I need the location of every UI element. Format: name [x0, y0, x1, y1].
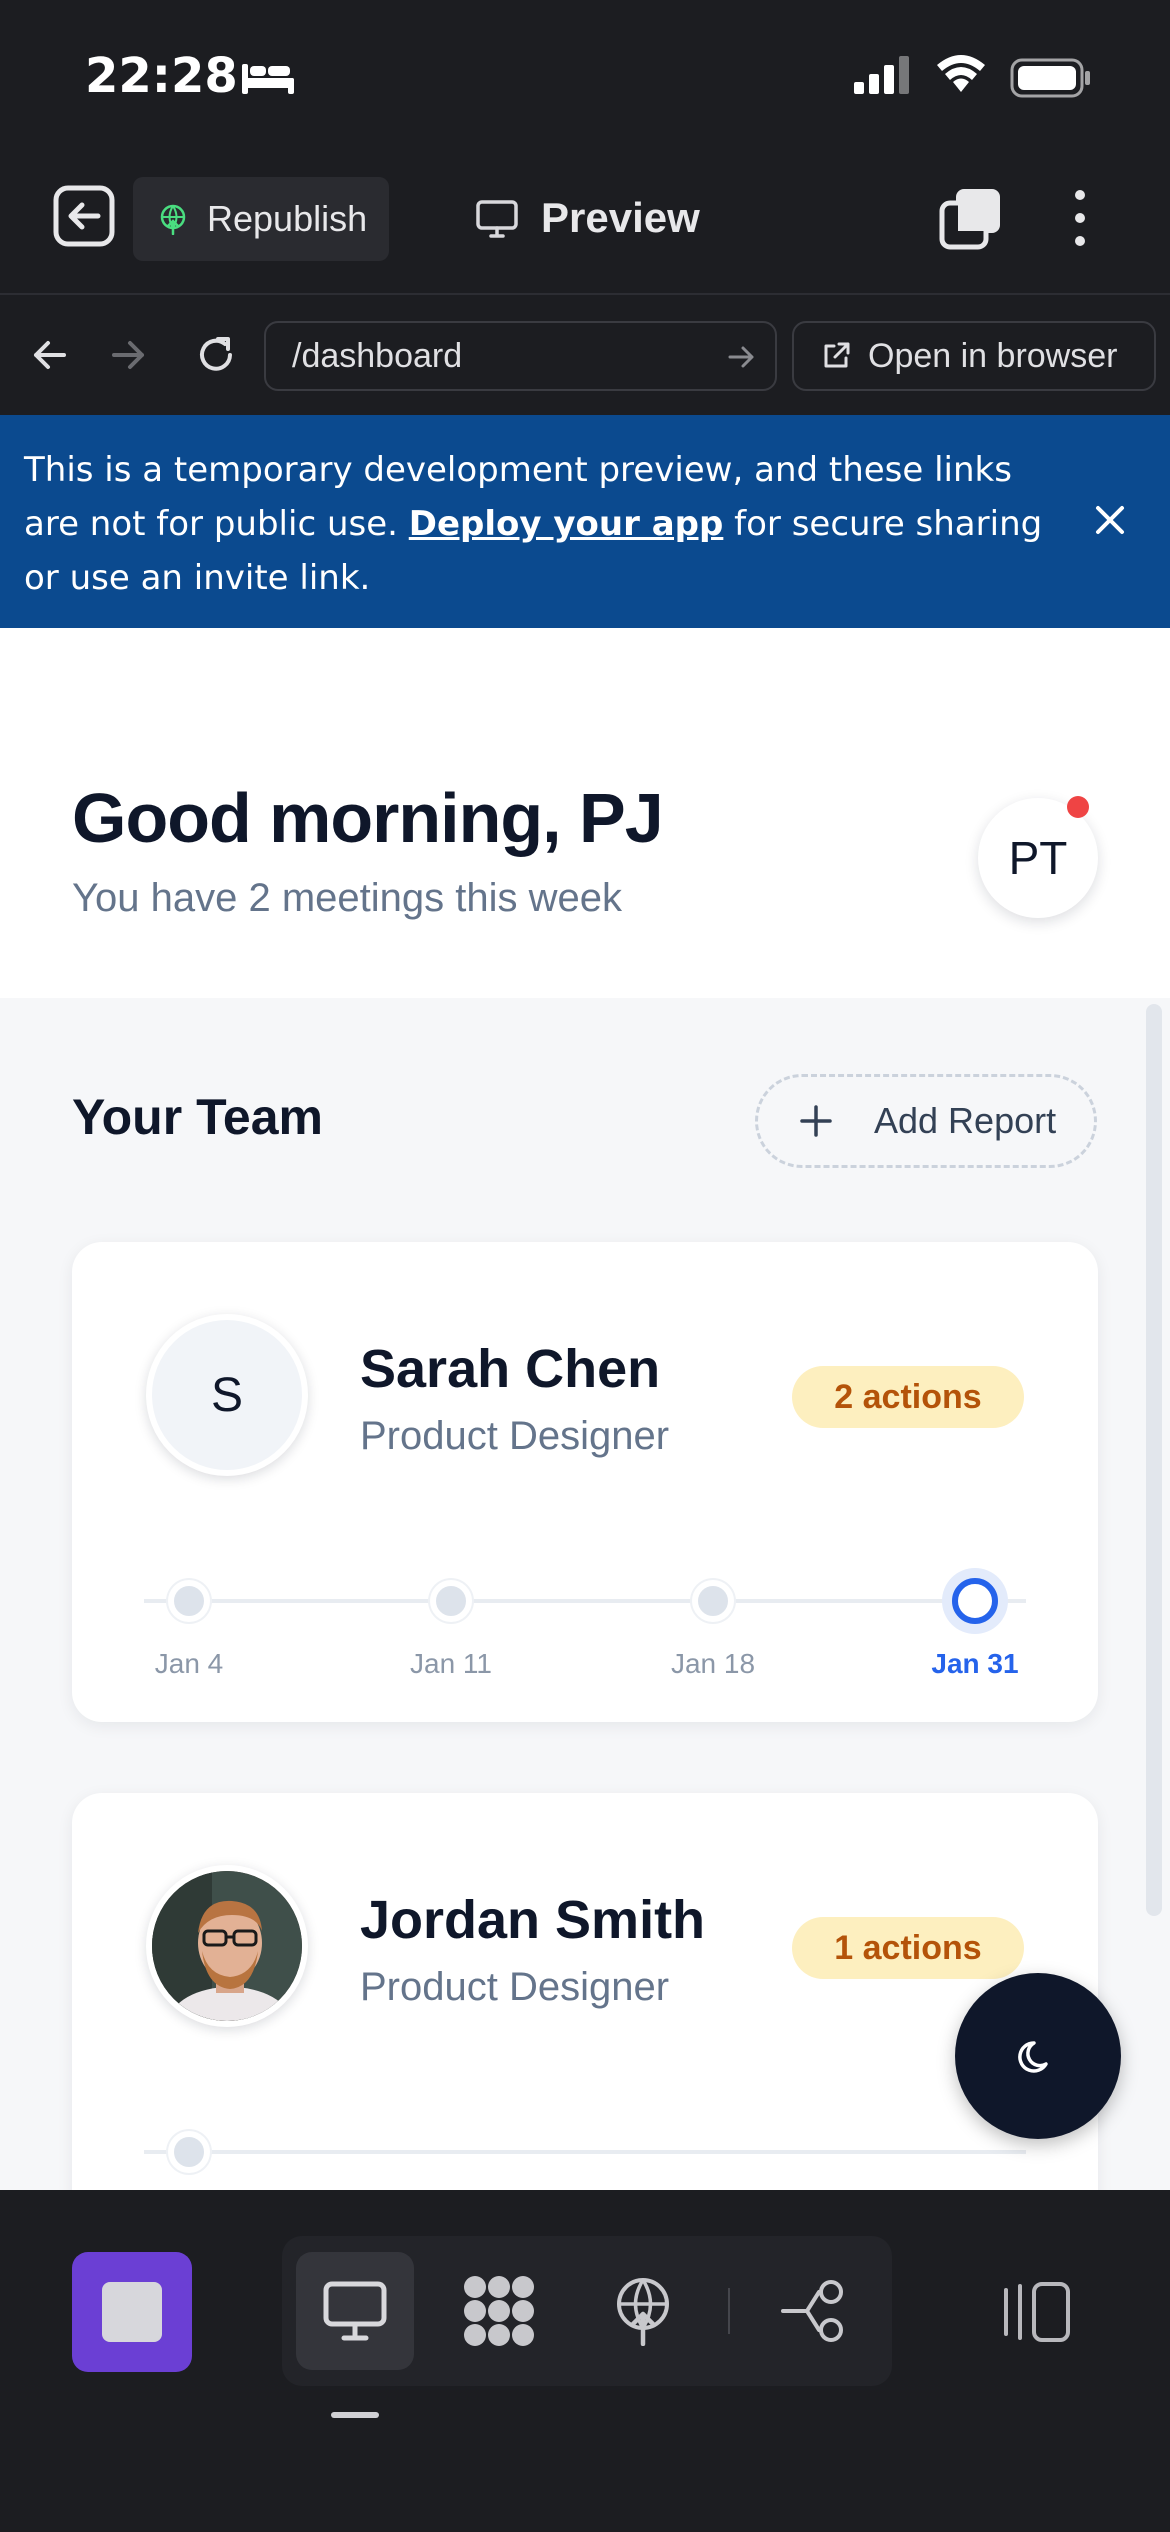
status-time: 22:28 [85, 48, 238, 104]
more-options-icon[interactable] [1060, 185, 1100, 251]
globe-upload-icon [617, 2278, 669, 2346]
go-arrow-icon[interactable] [725, 341, 757, 373]
timeline-date: Jan 4 [154, 1648, 224, 1679]
reload-button[interactable] [186, 327, 246, 383]
member-name: Sarah Chen [360, 1339, 661, 1399]
url-input[interactable]: /dashboard [264, 321, 777, 391]
external-link-icon [824, 342, 850, 368]
branch-icon [781, 2280, 843, 2342]
tab-preview[interactable] [296, 2252, 414, 2370]
url-text: /dashboard [292, 336, 463, 375]
battery-icon [1010, 58, 1090, 98]
app-icon-button[interactable] [72, 2252, 192, 2372]
timeline-dot[interactable] [692, 1580, 734, 1622]
arrow-right-icon [112, 341, 144, 369]
greeting-section: Good morning, PJ You have 2 meetings thi… [0, 628, 1170, 998]
globe-upload-icon [160, 204, 186, 235]
reload-icon [200, 337, 232, 371]
plus-icon [800, 1105, 832, 1137]
grid-blobs-icon [464, 2276, 534, 2346]
timeline-dot[interactable] [168, 1580, 210, 1622]
tab-workflows[interactable] [440, 2252, 558, 2370]
theme-toggle-button[interactable] [955, 1973, 1121, 2139]
sleep-icon [242, 64, 294, 94]
open-in-browser-button[interactable]: Open in browser [792, 321, 1156, 391]
team-member-card[interactable]: S Sarah Chen Product Designer 2 actions … [72, 1242, 1098, 1722]
tab-git[interactable] [756, 2252, 874, 2370]
forward-button[interactable] [100, 327, 156, 383]
timeline-dot-active[interactable] [942, 1568, 1008, 1634]
open-in-browser-label: Open in browser [868, 336, 1118, 375]
user-initials: PT [1008, 832, 1068, 884]
bottom-tab-group [282, 2236, 892, 2386]
preview-label: Preview [541, 194, 700, 241]
republish-label: Republish [207, 198, 368, 239]
member-avatar: S [146, 1314, 308, 1476]
timeline-dot[interactable] [168, 2131, 210, 2173]
notification-dot [1067, 796, 1089, 818]
arrow-left-icon [34, 341, 66, 369]
close-icon[interactable] [1090, 500, 1130, 540]
member-role: Product Designer [360, 1414, 670, 1458]
actions-badge[interactable]: 1 actions [792, 1917, 1024, 1979]
member-avatar-photo [146, 1865, 308, 2027]
member-name: Jordan Smith [360, 1890, 706, 1950]
member-role: Product Designer [360, 1965, 670, 2009]
timeline-date: Jan 18 [670, 1648, 756, 1679]
back-button[interactable] [22, 327, 78, 383]
app-viewport: Good morning, PJ You have 2 meetings thi… [0, 628, 1170, 2190]
timeline-date: Jan 11 [410, 1648, 492, 1679]
exit-button[interactable] [48, 180, 120, 252]
timeline-track [144, 2150, 1026, 2154]
add-report-button[interactable]: Add Report [755, 1074, 1097, 1168]
tab-deploy[interactable] [584, 2252, 702, 2370]
wifi-icon [937, 55, 985, 92]
republish-button[interactable]: Republish [133, 177, 389, 261]
member-initial: S [210, 1368, 243, 1422]
url-bar: /dashboard Open in browser [0, 297, 1170, 415]
team-member-card[interactable]: Jordan Smith Product Designer 1 actions [72, 1793, 1098, 2190]
exit-icon [53, 185, 115, 247]
add-report-label: Add Report [874, 1100, 1057, 1141]
dev-preview-banner: This is a temporary development preview,… [0, 415, 1170, 628]
team-section-title: Your Team [72, 1089, 323, 1145]
bottom-toolbar [0, 2190, 1170, 2532]
preview-tab[interactable]: Preview [475, 183, 700, 253]
cellular-signal-icon [854, 56, 909, 94]
sidebar-toggle-icon[interactable] [1000, 2280, 1072, 2344]
status-bar: 22:28 [0, 0, 1170, 145]
monitor-icon [476, 200, 518, 238]
timeline-dot[interactable] [430, 1580, 472, 1622]
stop-icon [102, 2282, 162, 2342]
deploy-app-link[interactable]: Deploy your app [409, 504, 724, 544]
scrollbar[interactable] [1146, 1004, 1162, 1916]
top-toolbar: Republish Preview [0, 145, 1170, 295]
profile-photo [152, 1871, 302, 2021]
active-tab-indicator [331, 2412, 379, 2418]
tabs-icon[interactable] [938, 185, 1004, 251]
greeting-title: Good morning, PJ [72, 779, 664, 857]
actions-badge[interactable]: 2 actions [792, 1366, 1024, 1428]
divider [728, 2288, 730, 2334]
moon-icon [1018, 2041, 1048, 2073]
timeline-date-active: Jan 31 [931, 1648, 1019, 1679]
monitor-icon [323, 2281, 387, 2341]
greeting-subtitle: You have 2 meetings this week [72, 876, 622, 920]
timeline-track [144, 1599, 1026, 1603]
